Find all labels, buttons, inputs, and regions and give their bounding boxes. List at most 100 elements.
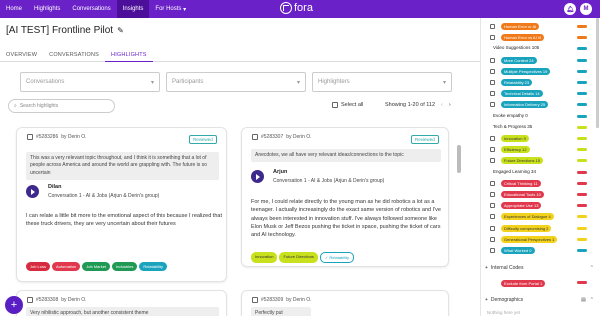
- code-pill[interactable]: Information Delivery 25: [501, 101, 549, 109]
- code-checkbox[interactable]: [490, 136, 495, 141]
- code-pill[interactable]: Technical Details 14: [501, 90, 543, 98]
- play-icon[interactable]: [26, 185, 39, 198]
- tab-highlights[interactable]: HIGHLIGHTS: [105, 48, 153, 62]
- card-id: #5283307: [261, 134, 284, 140]
- nav-insights[interactable]: Insights: [116, 0, 150, 18]
- card-checkbox[interactable]: [27, 134, 33, 140]
- code-pill[interactable]: What Worked 0: [501, 247, 535, 254]
- code-checkbox[interactable]: [490, 68, 495, 74]
- code-pill[interactable]: Exclude from Portal 1: [501, 280, 546, 287]
- code-pill[interactable]: Educational Tools 10: [501, 191, 544, 198]
- code-checkbox[interactable]: [490, 248, 495, 253]
- code-pill[interactable]: Human Error vs AI Vi: [501, 34, 545, 42]
- play-icon[interactable]: [251, 170, 264, 183]
- code-pill[interactable]: Multiple Perspectives 19: [501, 67, 551, 75]
- tag[interactable]: Relatability: [139, 262, 167, 271]
- internal-codes-header[interactable]: + Internal Codes: [485, 265, 523, 271]
- code-count-bar: [577, 36, 587, 40]
- code-checkbox[interactable]: [490, 158, 495, 164]
- select-all-checkbox[interactable]: [332, 102, 338, 108]
- highlight-card[interactable]: #5283309 by Derin O. Perfectly put: [241, 290, 449, 316]
- code-checkbox[interactable]: [490, 236, 495, 242]
- demographics-header[interactable]: + Demographics: [485, 297, 523, 303]
- tag[interactable]: Job Market: [82, 262, 111, 271]
- code-checkbox[interactable]: [490, 192, 495, 197]
- code-count-bar: [577, 103, 587, 107]
- nav-highlights[interactable]: Highlights: [28, 0, 66, 18]
- code-pill[interactable]: Critical Thinking 11: [501, 179, 541, 187]
- tab-overview[interactable]: OVERVIEW: [0, 48, 43, 62]
- code-pill[interactable]: Efficiency 12: [501, 146, 530, 154]
- tag[interactable]: Industries: [112, 262, 138, 271]
- select-all[interactable]: Select all: [332, 102, 363, 108]
- sidebar-scrollbar[interactable]: [596, 18, 599, 128]
- code-pill[interactable]: Difficulty compromising 2: [501, 224, 552, 232]
- code-pill[interactable]: Appropriate Use 13: [501, 202, 542, 210]
- tag[interactable]: Job Loss: [26, 262, 51, 271]
- chevron-up-icon[interactable]: ⌃: [590, 265, 594, 271]
- code-pill[interactable]: Experiences of Dialogue 4: [501, 213, 554, 221]
- tag[interactable]: ✓ Relatability: [319, 252, 354, 263]
- nav-home[interactable]: Home: [0, 0, 28, 18]
- code-count-bar: [577, 181, 587, 185]
- code-checkbox[interactable]: [490, 102, 495, 108]
- code-pill[interactable]: Human Error or AI: [501, 23, 540, 30]
- card-author: by Derin O.: [61, 134, 87, 140]
- code-count-bar: [577, 58, 587, 62]
- card-checkbox[interactable]: [252, 297, 258, 303]
- tag[interactable]: Innovation: [251, 252, 278, 263]
- code-checkbox[interactable]: [490, 80, 495, 85]
- tag[interactable]: Future Directions: [279, 252, 318, 263]
- code-count-bar: [577, 92, 587, 96]
- next-page-icon[interactable]: ›: [449, 102, 451, 108]
- avatar[interactable]: M: [580, 3, 592, 15]
- prev-page-icon[interactable]: ‹: [441, 102, 443, 108]
- notifications-bell-icon[interactable]: 🔔︎: [564, 3, 576, 15]
- card-author: by Derin O.: [61, 297, 87, 303]
- chevron-up-icon[interactable]: ⌃: [590, 297, 594, 303]
- code-pill[interactable]: Innovation 9: [501, 135, 529, 142]
- highlight-card[interactable]: #5283308 by Derin O. Very nihilistic app…: [16, 290, 227, 316]
- tag-check-icon: ✓: [324, 255, 329, 260]
- fora-logo[interactable]: fora: [280, 2, 313, 14]
- code-checkbox[interactable]: [490, 35, 495, 41]
- card-checkbox[interactable]: [252, 134, 258, 140]
- chevron-down-icon: ▾: [150, 79, 154, 86]
- participants-filter[interactable]: Participants ▾: [166, 72, 306, 92]
- card-checkbox[interactable]: [27, 297, 33, 303]
- code-checkbox[interactable]: [490, 203, 495, 209]
- code-checkbox[interactable]: [490, 180, 495, 186]
- document-icon[interactable]: ▤: [581, 297, 586, 303]
- pagination: Showing 1-20 of 112 ‹ ›: [385, 102, 451, 108]
- nav-conversations[interactable]: Conversations: [66, 0, 116, 18]
- code-pill[interactable]: More Context 24: [501, 56, 537, 64]
- code-pill[interactable]: Future Directions 15: [501, 157, 544, 165]
- code-checkbox[interactable]: [490, 225, 495, 231]
- highlighters-filter[interactable]: Highlighters ▾: [312, 72, 452, 92]
- code-group-label: Video Suggestions 105: [493, 45, 540, 51]
- highlight-quote: Perfectly put: [251, 307, 311, 316]
- conversations-filter[interactable]: Conversations ▾: [20, 72, 160, 92]
- code-checkbox[interactable]: [490, 24, 495, 29]
- highlight-card[interactable]: #5283286 by Derin O. Reviewed This was a…: [16, 127, 227, 282]
- code-checkbox[interactable]: [490, 147, 495, 153]
- code-group-label: Engaged Learning 34: [493, 168, 537, 174]
- card-id: #5283308: [36, 297, 59, 303]
- conversation-link[interactable]: Conversation 1 - AI & Jobs (Arjun & Deri…: [273, 178, 384, 184]
- tag[interactable]: Automation: [52, 262, 81, 271]
- code-pill[interactable]: Generational Perspectives 1: [501, 235, 558, 243]
- highlight-card[interactable]: #5283307 by Derin O. Reviewed Anecdotes,…: [241, 127, 449, 267]
- code-count-bar: [577, 226, 587, 230]
- code-checkbox[interactable]: [490, 214, 495, 220]
- add-button[interactable]: +: [5, 296, 23, 314]
- code-checkbox[interactable]: [490, 57, 495, 63]
- code-pill[interactable]: Relatability 23: [501, 79, 533, 86]
- filter-row: Conversations ▾ Participants ▾ Highlight…: [20, 72, 452, 92]
- nav-for-hosts[interactable]: For Hosts ▾: [149, 0, 192, 18]
- search-input[interactable]: ⌕ Search highlights: [8, 99, 115, 113]
- main-scrollbar[interactable]: [457, 145, 461, 173]
- tab-conversations[interactable]: CONVERSATIONS: [43, 48, 105, 62]
- code-checkbox[interactable]: [490, 91, 495, 97]
- edit-pencil-icon[interactable]: ✎: [117, 26, 124, 35]
- conversation-link[interactable]: Conversation 1 - AI & Jobs (Arjun & Deri…: [48, 193, 159, 199]
